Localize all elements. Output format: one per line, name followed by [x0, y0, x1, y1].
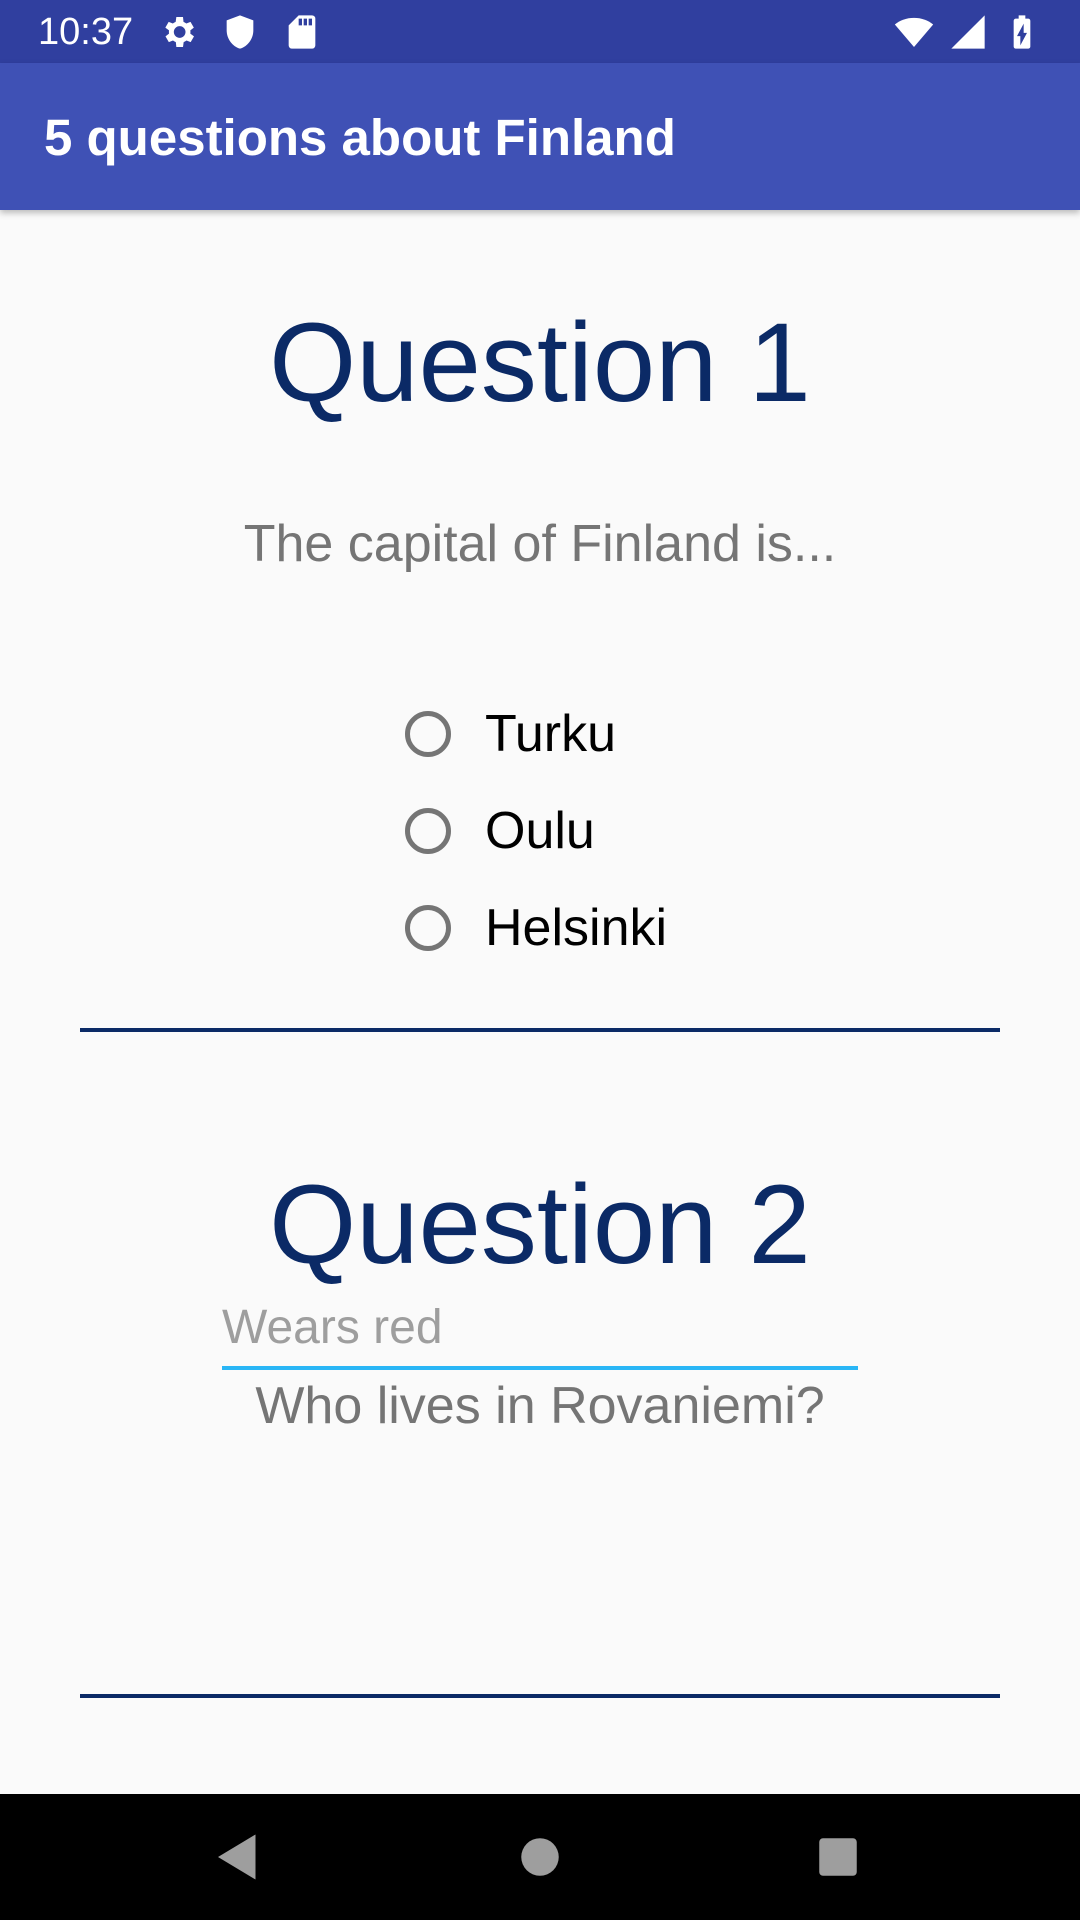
- back-icon[interactable]: [208, 1827, 268, 1887]
- question-1-title: Question 1: [269, 300, 811, 425]
- radio-label: Oulu: [485, 801, 595, 860]
- app-bar: 5 questions about Finland: [0, 63, 1080, 210]
- question-2-answer-input[interactable]: [222, 1288, 858, 1370]
- radio-label: Helsinki: [485, 898, 668, 957]
- status-system-icons: [894, 12, 1042, 52]
- radio-label: Turku: [485, 704, 616, 763]
- question-2-title: Question 2: [269, 1162, 811, 1287]
- question-divider: [80, 1694, 1000, 1698]
- status-bar: 10:37: [0, 0, 1080, 63]
- radio-button[interactable]: [405, 710, 451, 757]
- question-2-text: Who lives in Rovaniemi?: [255, 1377, 825, 1435]
- status-notification-icons: [158, 12, 322, 52]
- wifi-icon: [894, 12, 934, 52]
- navigation-bar: [0, 1794, 1080, 1920]
- radio-option-oulu[interactable]: Oulu: [405, 782, 667, 879]
- radio-button[interactable]: [405, 904, 451, 951]
- quiz-content[interactable]: Question 1 The capital of Finland is... …: [0, 210, 1080, 1794]
- signal-icon: [948, 12, 988, 52]
- settings-icon: [158, 12, 198, 52]
- radio-button[interactable]: [405, 807, 451, 854]
- home-icon[interactable]: [510, 1827, 570, 1887]
- status-time: 10:37: [38, 11, 134, 53]
- battery-charging-icon: [1002, 12, 1042, 52]
- app-title: 5 questions about Finland: [44, 109, 676, 166]
- shield-icon: [220, 12, 260, 52]
- radio-option-turku[interactable]: Turku: [405, 685, 667, 782]
- question-1-text: The capital of Finland is...: [243, 515, 837, 573]
- radio-option-helsinki[interactable]: Helsinki: [405, 879, 667, 976]
- question-1-radio-group: Turku Oulu Helsinki: [405, 685, 667, 976]
- sd-card-icon: [282, 12, 322, 52]
- question-divider: [80, 1028, 1000, 1032]
- recents-icon[interactable]: [808, 1827, 868, 1887]
